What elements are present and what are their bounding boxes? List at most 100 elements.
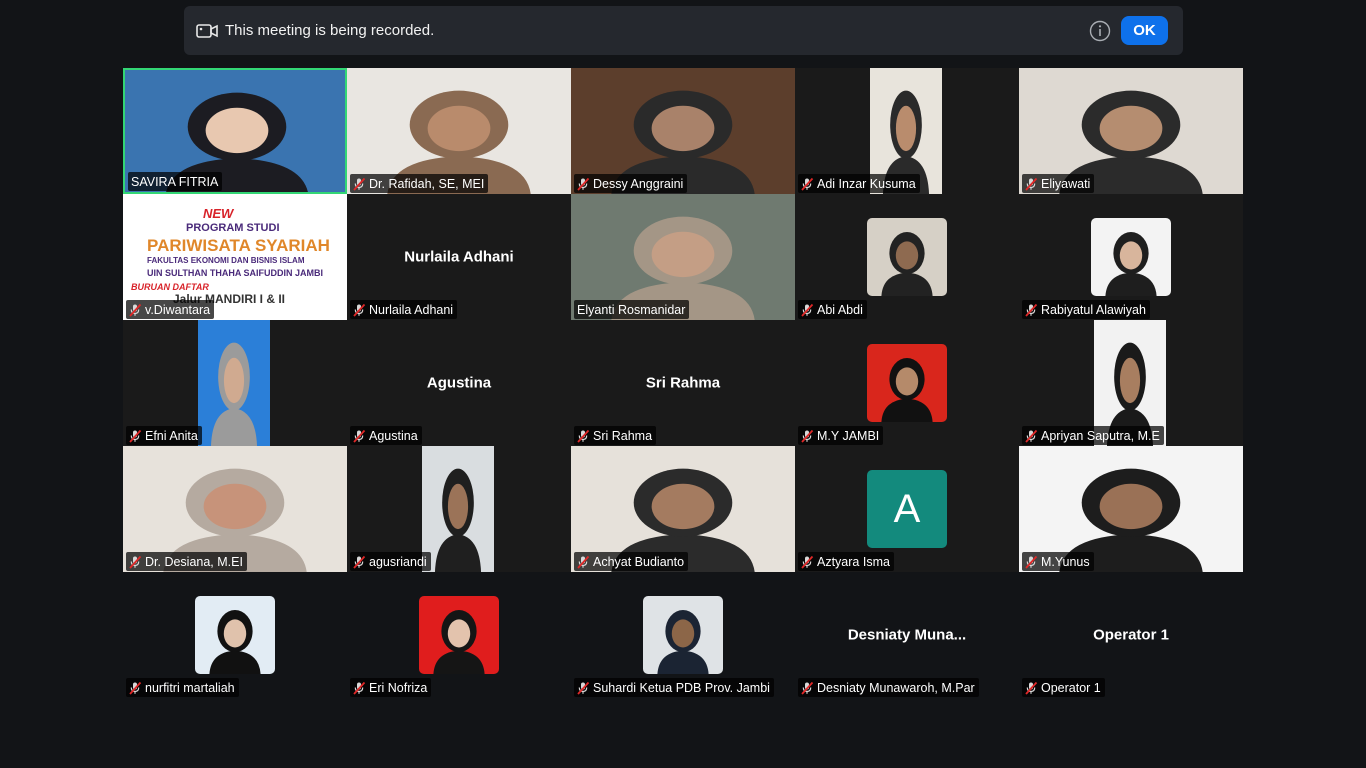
participant-name-label: nurfitri martaliah: [126, 678, 239, 697]
participant-tile[interactable]: Desniaty Muna... Desniaty Munawaroh, M.Pa…: [795, 572, 1019, 698]
participant-name-label: Efni Anita: [126, 426, 202, 445]
participant-name: SAVIRA FITRIA: [131, 174, 219, 189]
participant-name-label: SAVIRA FITRIA: [128, 172, 223, 191]
poster-program-text: PROGRAM STUDI: [186, 222, 280, 234]
participant-name-label: Abi Abdi: [798, 300, 867, 319]
participant-name: Adi Inzar Kusuma: [817, 176, 916, 191]
participant-name: Dr. Desiana, M.EI: [145, 554, 243, 569]
muted-microphone-icon: [577, 555, 590, 569]
participant-tile[interactable]: SAVIRA FITRIA: [123, 68, 347, 194]
muted-microphone-icon: [353, 681, 366, 695]
participant-tile[interactable]: Dr. Rafidah, SE, MEI: [347, 68, 571, 194]
muted-microphone-icon: [353, 177, 366, 191]
muted-microphone-icon: [577, 681, 590, 695]
avatar: [867, 344, 947, 422]
muted-microphone-icon: [801, 555, 814, 569]
poster-buruan-text: BURUAN DAFTAR: [131, 282, 209, 292]
participant-tile[interactable]: Elyanti Rosmanidar: [571, 194, 795, 320]
recording-banner: This meeting is being recorded. OK: [184, 6, 1183, 55]
participant-tile[interactable]: NEW PROGRAM STUDI PARIWISATA SYARIAH FAKULT…: [123, 194, 347, 320]
participant-name: nurfitri martaliah: [145, 680, 235, 695]
participant-tile[interactable]: Operator 1 Operator 1: [1019, 572, 1243, 698]
participant-name: Operator 1: [1041, 680, 1101, 695]
participant-name: Dessy Anggraini: [593, 176, 684, 191]
video-frame: [1091, 218, 1171, 296]
ok-button[interactable]: OK: [1121, 16, 1168, 45]
participant-tile[interactable]: Dessy Anggraini: [571, 68, 795, 194]
muted-microphone-icon: [1025, 429, 1038, 443]
participant-tile[interactable]: Apriyan Saputra, M.E: [1019, 320, 1243, 446]
participant-tile[interactable]: Adi Inzar Kusuma: [795, 68, 1019, 194]
participant-name: Efni Anita: [145, 428, 198, 443]
participant-name: Desniaty Munawaroh, M.Par: [817, 680, 975, 695]
participant-tile[interactable]: M.Yunus: [1019, 446, 1243, 572]
participant-tile[interactable]: Eliyawati: [1019, 68, 1243, 194]
participant-name-label: Nurlaila Adhani: [350, 300, 458, 319]
poster-title-text: PARIWISATA SYARIAH: [147, 236, 330, 255]
participant-tile[interactable]: Eri Nofriza: [347, 572, 571, 698]
participant-name: Eliyawati: [1041, 176, 1091, 191]
video-frame: [195, 596, 275, 674]
avatar: [419, 596, 499, 674]
participant-tile[interactable]: Nurlaila Adhani Nurlaila Adhani: [347, 194, 571, 320]
participant-name: Elyanti Rosmanidar: [577, 302, 686, 317]
participant-tile[interactable]: Abi Abdi: [795, 194, 1019, 320]
participant-name: v.Diwantara: [145, 302, 211, 317]
participant-tile[interactable]: Sri Rahma Sri Rahma: [571, 320, 795, 446]
participant-name: M.Yunus: [1041, 554, 1090, 569]
participant-tile[interactable]: M.Y JAMBI: [795, 320, 1019, 446]
participant-name-label: Aztyara Isma: [798, 552, 894, 571]
muted-microphone-icon: [801, 429, 814, 443]
participant-tile[interactable]: Achyat Budianto: [571, 446, 795, 572]
video-frame: [867, 344, 947, 422]
participant-tile[interactable]: Efni Anita: [123, 320, 347, 446]
participant-name-label: Suhardi Ketua PDB Prov. Jambi: [574, 678, 774, 697]
participant-tile[interactable]: Rabiyatul Alawiyah: [1019, 194, 1243, 320]
muted-microphone-icon: [129, 681, 142, 695]
muted-microphone-icon: [129, 555, 142, 569]
video-frame: [867, 218, 947, 296]
avatar-initial: A: [867, 470, 947, 548]
avatar: [643, 596, 723, 674]
participant-name: Achyat Budianto: [593, 554, 685, 569]
participant-name-label: Desniaty Munawaroh, M.Par: [798, 678, 979, 697]
muted-microphone-icon: [1025, 177, 1038, 191]
muted-microphone-icon: [1025, 555, 1038, 569]
avatar: [1091, 218, 1171, 296]
participant-display-name: Agustina: [426, 374, 492, 392]
participant-display-name: Nurlaila Adhani: [404, 248, 514, 266]
participant-name: Aztyara Isma: [817, 554, 890, 569]
muted-microphone-icon: [577, 429, 590, 443]
participant-name: Rabiyatul Alawiyah: [1041, 302, 1146, 317]
participant-name: Apriyan Saputra, M.E: [1041, 428, 1160, 443]
muted-microphone-icon: [801, 681, 814, 695]
participant-tile[interactable]: agusriandi: [347, 446, 571, 572]
participant-name-label: Agustina: [350, 426, 422, 445]
participant-display-name: Sri Rahma: [645, 374, 721, 392]
muted-microphone-icon: [1025, 303, 1038, 317]
video-frame: [419, 596, 499, 674]
participant-name-label: Adi Inzar Kusuma: [798, 174, 920, 193]
participant-name-label: Eri Nofriza: [350, 678, 432, 697]
participant-name: Agustina: [369, 428, 418, 443]
info-icon[interactable]: [1089, 20, 1111, 42]
participant-display-name: Operator 1: [1093, 626, 1169, 644]
participant-name: Eri Nofriza: [369, 680, 428, 695]
participant-tile[interactable]: A Aztyara Isma: [795, 446, 1019, 572]
participant-name-label: v.Diwantara: [126, 300, 215, 319]
participant-name: Abi Abdi: [817, 302, 863, 317]
participant-tile[interactable]: nurfitri martaliah: [123, 572, 347, 698]
muted-microphone-icon: [353, 429, 366, 443]
video-frame: [643, 596, 723, 674]
participant-name: M.Y JAMBI: [817, 428, 880, 443]
participant-name-label: Operator 1: [1022, 678, 1105, 697]
participant-name: Suhardi Ketua PDB Prov. Jambi: [593, 680, 770, 695]
participant-display-name: Desniaty Muna...: [847, 626, 967, 644]
participant-name-label: M.Yunus: [1022, 552, 1094, 571]
participant-tile[interactable]: Suhardi Ketua PDB Prov. Jambi: [571, 572, 795, 698]
participant-name: Nurlaila Adhani: [369, 302, 454, 317]
participant-tile[interactable]: Dr. Desiana, M.EI: [123, 446, 347, 572]
participant-tile[interactable]: Agustina Agustina: [347, 320, 571, 446]
video-frame: [422, 446, 494, 572]
avatar: [195, 596, 275, 674]
